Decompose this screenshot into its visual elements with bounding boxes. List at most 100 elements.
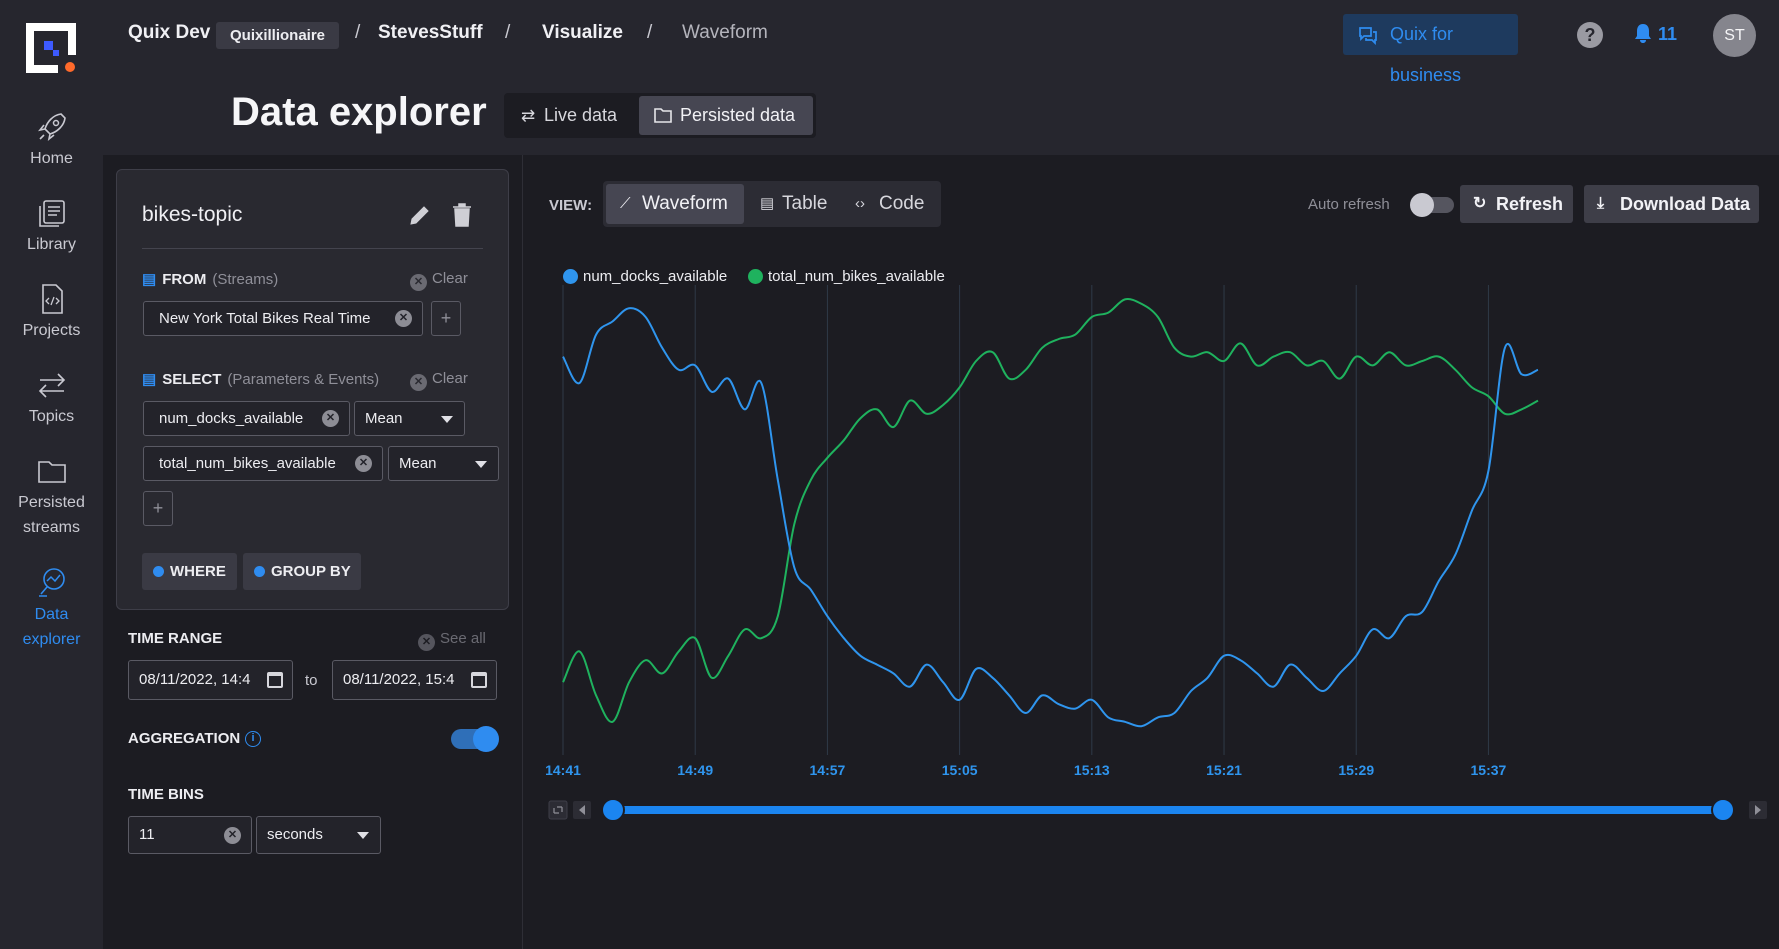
group-by-label: GROUP BY	[271, 563, 351, 580]
aggregation-select[interactable]: Mean	[388, 446, 499, 481]
series-line-num_docks_available[interactable]	[562, 307, 1539, 728]
x-tick-label: 14:57	[810, 762, 846, 778]
left-nav: Home Library Projects Topics Persisted s…	[0, 0, 103, 949]
nav-persisted-streams[interactable]: Persisted streams	[0, 454, 103, 540]
quix-logo[interactable]	[26, 23, 76, 73]
arrows-icon	[38, 373, 65, 398]
remove-icon[interactable]: ✕	[355, 455, 372, 472]
tab-waveform[interactable]: ⟋ Waveform	[606, 184, 744, 224]
trash-icon[interactable]	[451, 202, 473, 228]
clear-icon: ✕	[418, 634, 435, 651]
parameter-chip[interactable]: num_docks_available ✕	[143, 401, 350, 436]
to-label: to	[305, 672, 318, 689]
time-range-label: TIME RANGE	[128, 630, 223, 647]
x-tick-label: 15:37	[1471, 762, 1507, 778]
breadcrumb-separator: /	[647, 22, 653, 43]
clear-select-button[interactable]: ✕ Clear	[410, 370, 468, 391]
view-label: VIEW:	[549, 197, 593, 214]
nav-projects[interactable]: Projects	[0, 282, 103, 343]
workspace-chip[interactable]: Quixillionaire	[216, 22, 340, 49]
info-icon[interactable]: i	[245, 731, 261, 747]
unit-value: seconds	[267, 826, 323, 843]
auto-refresh-toggle[interactable]	[1410, 193, 1454, 217]
toggle-knob	[1410, 193, 1434, 217]
clear-from-button[interactable]: ✕ Clear	[410, 270, 468, 291]
waveform-chart[interactable]: 14:41 14:49 14:57 15:05 15:13 15:21 15:29 15:37	[523, 285, 1779, 795]
folder-icon	[654, 108, 672, 123]
date-to-input[interactable]: 08/11/2022, 15:4	[332, 660, 497, 700]
folder-icon	[37, 461, 66, 483]
swap-icon: ⇄	[521, 106, 536, 125]
live-data-tab[interactable]: ⇄ Live data	[504, 96, 639, 135]
persisted-data-tab[interactable]: Persisted data	[639, 96, 813, 135]
parameter-name: total_num_bikes_available	[159, 455, 336, 472]
calendar-icon[interactable]	[471, 672, 487, 688]
legend-label: num_docks_available	[583, 268, 728, 285]
from-stream-chip[interactable]: New York Total Bikes Real Time ✕	[143, 301, 423, 336]
rocket-icon	[37, 113, 66, 141]
business-label: Quix for business	[1390, 24, 1462, 85]
scroll-track[interactable]	[611, 806, 1723, 814]
x-tick-label: 14:41	[545, 762, 581, 778]
quix-for-business-button[interactable]: Quix for business	[1343, 14, 1518, 85]
clear-icon[interactable]: ✕	[224, 827, 241, 844]
scroll-handle-left[interactable]	[601, 798, 625, 822]
stream-name: New York Total Bikes Real Time	[159, 310, 371, 327]
notifications-button[interactable]: 11	[1633, 22, 1677, 45]
view-tabs: ⟋ Waveform ▤ Table ‹› Code	[603, 181, 941, 227]
add-stream-button[interactable]: +	[431, 301, 461, 336]
scroll-handle-right[interactable]	[1711, 798, 1735, 822]
breadcrumb-project[interactable]: StevesStuff	[378, 22, 483, 44]
chevron-down-icon	[475, 461, 487, 468]
series-line-total_num_bikes_available[interactable]	[562, 298, 1539, 723]
chat-icon	[1359, 27, 1377, 45]
add-parameter-button[interactable]: +	[143, 491, 173, 526]
remove-icon[interactable]: ✕	[395, 310, 412, 327]
help-icon[interactable]: ?	[1577, 22, 1603, 48]
refresh-icon: ↻	[1473, 195, 1487, 212]
see-all-label: See all	[440, 630, 486, 647]
refresh-button[interactable]: ↻ Refresh	[1460, 185, 1573, 223]
chevron-down-icon	[441, 416, 453, 423]
time-scrollbar[interactable]	[523, 795, 1779, 825]
group-by-button[interactable]: GROUP BY	[243, 553, 361, 590]
query-builder-card: bikes-topic ▤ FROM (Streams) ✕ Clear New Yo…	[116, 169, 509, 610]
select-sublabel: (Parameters & Events)	[227, 371, 380, 388]
x-tick-label: 15:21	[1206, 762, 1242, 778]
remove-icon[interactable]: ✕	[322, 410, 339, 427]
time-bins-input[interactable]: 11 ✕	[128, 816, 252, 854]
x-tick-label: 15:05	[942, 762, 978, 778]
aggregation-value: Mean	[365, 410, 403, 427]
pencil-icon[interactable]	[407, 202, 433, 228]
nav-library[interactable]: Library	[0, 196, 103, 257]
expand-icon[interactable]	[548, 800, 568, 820]
time-bins-unit-select[interactable]: seconds	[256, 816, 381, 854]
see-all-button[interactable]: ✕ See all	[418, 630, 486, 651]
tab-code[interactable]: ‹› Code	[841, 184, 937, 224]
breadcrumb-page: Waveform	[682, 22, 768, 43]
date-to-value: 08/11/2022, 15:4	[343, 671, 455, 688]
clear-icon: ✕	[410, 374, 427, 391]
legend-item[interactable]: num_docks_available	[563, 268, 727, 285]
legend-item[interactable]: total_num_bikes_available	[748, 268, 945, 285]
where-button[interactable]: WHERE	[142, 553, 237, 590]
aggregation-toggle[interactable]	[451, 726, 499, 752]
nav-data-explorer[interactable]: Data explorer	[0, 566, 103, 652]
avatar[interactable]: ST	[1713, 14, 1756, 57]
waveform-icon: ⟋	[620, 195, 631, 212]
clear-label: Clear	[432, 370, 468, 387]
breadcrumb-org[interactable]: Quix Dev	[128, 22, 210, 44]
nav-home[interactable]: Home	[0, 110, 103, 171]
tab-table[interactable]: ▤ Table	[746, 184, 839, 224]
calendar-icon[interactable]	[267, 672, 283, 688]
download-data-button[interactable]: ⤓ Download Data	[1584, 185, 1759, 223]
nav-label: Library	[27, 236, 76, 253]
breadcrumb-section[interactable]: Visualize	[542, 22, 623, 44]
nav-topics[interactable]: Topics	[0, 368, 103, 429]
chevron-down-icon	[357, 832, 369, 839]
aggregation-select[interactable]: Mean	[354, 401, 465, 436]
date-from-input[interactable]: 08/11/2022, 14:4	[128, 660, 293, 700]
plus-circle-icon	[153, 566, 164, 577]
nav-label: Topics	[28, 408, 75, 425]
parameter-chip[interactable]: total_num_bikes_available ✕	[143, 446, 383, 481]
